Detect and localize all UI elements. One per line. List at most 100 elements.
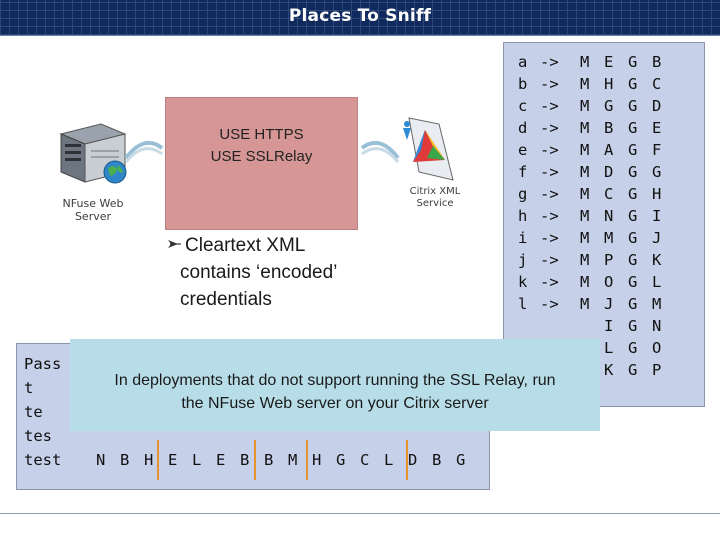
bullet-line-2: contains ‘encoded’	[180, 262, 338, 283]
xml-service-label: Citrix XML Service	[397, 186, 473, 210]
map-code: M	[604, 229, 614, 247]
map-code: O	[604, 273, 614, 291]
map-arrow: ->	[540, 97, 559, 115]
map-letter: i	[518, 229, 528, 247]
map-letter: a	[518, 53, 528, 71]
map-row: c -> M G G D	[504, 97, 661, 119]
map-arrow: ->	[540, 53, 559, 71]
map-code: M	[580, 141, 590, 159]
xml-label-line-2: Service	[416, 198, 454, 209]
ssl-relay-note: In deployments that do not support runni…	[70, 339, 600, 431]
use-box-line-2: USE SSLRelay	[210, 148, 313, 165]
map-arrow: ->	[540, 229, 559, 247]
map-code: M	[580, 185, 590, 203]
map-code: H	[652, 185, 662, 203]
map-code: B	[604, 119, 614, 137]
map-arrow: ->	[540, 185, 559, 203]
use-https-box: USE HTTPS USE SSLRelay	[165, 97, 358, 230]
map-code: N	[604, 207, 614, 225]
map-row: b -> M H G C	[504, 75, 661, 97]
encoded-char: L	[384, 451, 394, 469]
map-letter: h	[518, 207, 528, 225]
map-code: L	[604, 339, 614, 357]
cleartext-bullet: Cleartext XML contains ‘encoded’ credent…	[180, 232, 410, 313]
map-code: J	[652, 229, 662, 247]
map-code: D	[652, 97, 662, 115]
map-code: G	[628, 229, 638, 247]
encoded-char: G	[336, 451, 346, 469]
map-code: K	[652, 251, 662, 269]
map-code: G	[628, 273, 638, 291]
map-code: G	[628, 119, 638, 137]
map-code: G	[628, 163, 638, 181]
note-line-1: In deployments that do not support runni…	[114, 372, 556, 389]
map-code: M	[580, 251, 590, 269]
map-row: k -> M O G L	[504, 273, 661, 295]
map-code: E	[652, 119, 662, 137]
map-code: H	[604, 75, 614, 93]
map-code: G	[628, 361, 638, 379]
server-label: NFuse Web Server	[48, 197, 138, 223]
encoded-char: L	[192, 451, 202, 469]
note-line-2: the NFuse Web server on your Citrix serv…	[181, 395, 489, 412]
map-code: M	[580, 119, 590, 137]
map-arrow: ->	[540, 251, 559, 269]
password-row: te	[24, 403, 43, 421]
map-code: P	[604, 251, 614, 269]
encoded-char: G	[456, 451, 466, 469]
separator-line	[254, 440, 256, 480]
encoded-char: C	[360, 451, 370, 469]
map-code: G	[628, 53, 638, 71]
xml-label-line-1: Citrix XML	[409, 186, 461, 197]
map-code: M	[580, 273, 590, 291]
map-row: f -> M D G G	[504, 163, 661, 185]
map-code: P	[652, 361, 662, 379]
map-row: d -> M B G E	[504, 119, 661, 141]
map-code: M	[580, 163, 590, 181]
map-arrow: ->	[540, 163, 559, 181]
map-code: M	[580, 97, 590, 115]
title-bar: Places To Sniff	[0, 0, 720, 36]
map-code: M	[652, 295, 662, 313]
map-letter: b	[518, 75, 528, 93]
map-code: G	[604, 97, 614, 115]
map-code: N	[652, 317, 662, 335]
map-row: i -> M M G J	[504, 229, 661, 251]
map-letter: j	[518, 251, 528, 269]
encoded-char: B	[264, 451, 274, 469]
password-row: t	[24, 379, 34, 397]
map-code: I	[652, 207, 662, 225]
map-code: M	[580, 53, 590, 71]
map-letter: e	[518, 141, 528, 159]
map-arrow: ->	[540, 75, 559, 93]
map-arrow: ->	[540, 207, 559, 225]
map-code: G	[628, 317, 638, 335]
map-letter: g	[518, 185, 528, 203]
map-code: M	[580, 229, 590, 247]
map-row: e -> M A G F	[504, 141, 661, 163]
encoded-char: B	[240, 451, 250, 469]
map-code: G	[628, 339, 638, 357]
encoded-char: E	[168, 451, 178, 469]
map-code: G	[628, 295, 638, 313]
use-box-line-1: USE HTTPS	[219, 126, 304, 143]
map-row: j -> M P G K	[504, 251, 661, 273]
map-arrow: ->	[540, 141, 559, 159]
bullet-line-3: credentials	[180, 289, 272, 310]
map-arrow: ->	[540, 295, 559, 313]
map-code: M	[580, 207, 590, 225]
map-code: K	[604, 361, 614, 379]
password-row: tes	[24, 427, 52, 445]
map-code: G	[628, 75, 638, 93]
server-label-line-2: Server	[74, 210, 112, 223]
encoded-char: H	[312, 451, 322, 469]
map-arrow: ->	[540, 119, 559, 137]
map-code: O	[652, 339, 662, 357]
map-code: J	[604, 295, 614, 313]
map-code: G	[628, 251, 638, 269]
map-code: G	[628, 185, 638, 203]
bullet-line-1: Cleartext XML	[185, 235, 306, 256]
map-letter: c	[518, 97, 528, 115]
separator-line	[306, 440, 308, 480]
map-letter: d	[518, 119, 528, 137]
